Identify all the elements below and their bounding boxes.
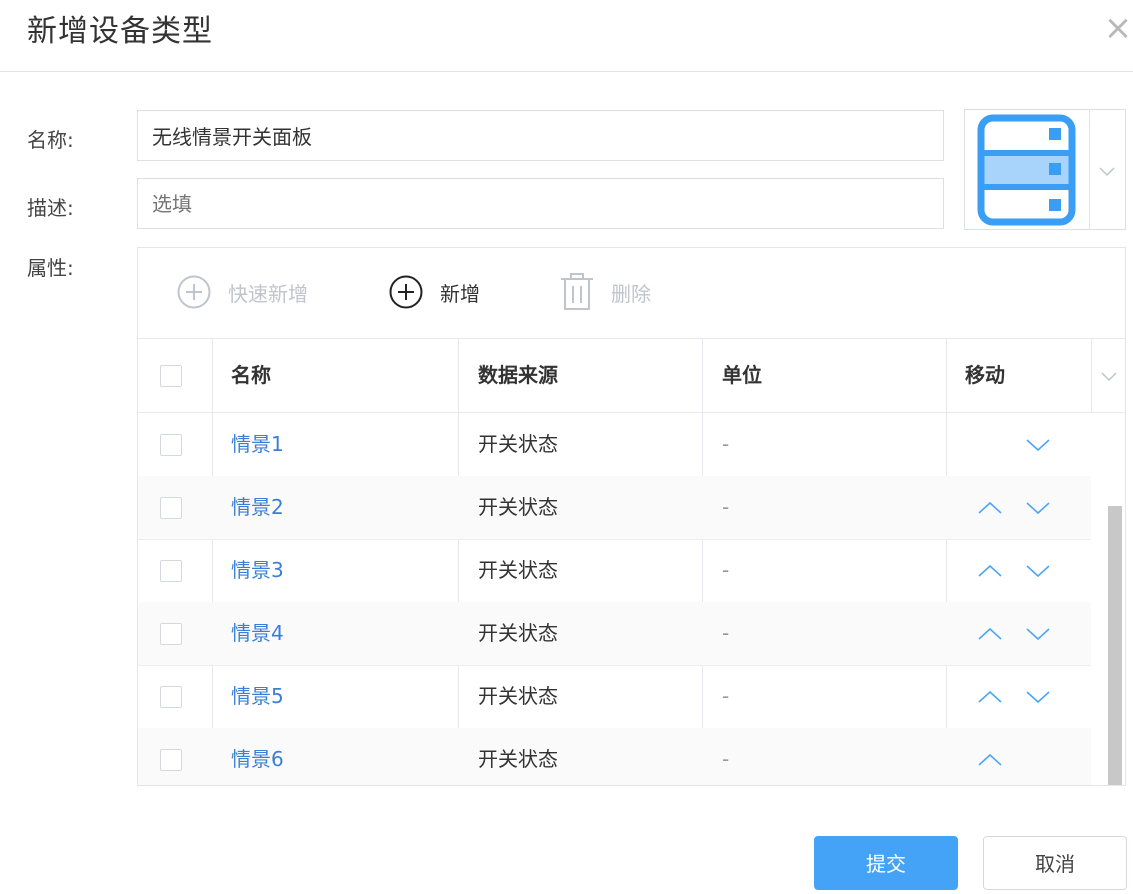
cancel-button[interactable]: 取消 <box>983 836 1127 890</box>
row-unit: - <box>722 432 730 456</box>
column-source: 数据来源 <box>478 363 558 387</box>
row-source: 开关状态 <box>478 747 558 771</box>
row-source: 开关状态 <box>478 558 558 582</box>
quick-add-label: 快速新增 <box>228 281 308 306</box>
close-icon[interactable]: × <box>1103 8 1133 48</box>
row-checkbox[interactable] <box>160 560 182 582</box>
name-label: 名称: <box>27 128 74 152</box>
add-button[interactable]: 新增 <box>388 272 480 312</box>
move-down-icon[interactable] <box>1024 685 1052 709</box>
table-row: 情景3 开关状态 - <box>138 539 1091 603</box>
submit-button[interactable]: 提交 <box>814 836 958 890</box>
move-up-icon[interactable] <box>976 685 1004 709</box>
row-source: 开关状态 <box>478 621 558 645</box>
row-unit: - <box>722 621 730 645</box>
row-source: 开关状态 <box>478 684 558 708</box>
dialog-title: 新增设备类型 <box>27 14 213 49</box>
chevron-down-icon[interactable] <box>1091 339 1125 412</box>
table-row: 情景5 开关状态 - <box>138 665 1091 729</box>
table-row: 情景6 开关状态 - <box>138 728 1091 785</box>
plus-circle-icon <box>177 275 211 309</box>
move-down-icon[interactable] <box>1024 559 1052 583</box>
table-row: 情景2 开关状态 - <box>138 476 1091 540</box>
row-checkbox[interactable] <box>160 623 182 645</box>
plus-circle-icon <box>389 275 423 309</box>
move-up-icon[interactable] <box>976 559 1004 583</box>
delete-button[interactable]: 删除 <box>559 272 651 312</box>
row-unit: - <box>722 747 730 771</box>
table-row: 情景1 开关状态 - <box>138 413 1091 477</box>
row-checkbox[interactable] <box>160 434 182 456</box>
row-source: 开关状态 <box>478 432 558 456</box>
name-input[interactable] <box>137 110 944 161</box>
move-down-icon[interactable] <box>1024 622 1052 646</box>
add-label: 新增 <box>440 281 480 306</box>
attribute-panel: 快速新增 新增 删除 名称 数据来源 单位 移动 情景1 开关状态 - 情景2 … <box>137 247 1126 786</box>
table-row: 情景4 开关状态 - <box>138 602 1091 666</box>
move-up-icon[interactable] <box>976 496 1004 520</box>
select-all-checkbox[interactable] <box>160 365 182 387</box>
trash-icon <box>561 273 593 310</box>
attr-label: 属性: <box>27 256 74 280</box>
move-down-icon[interactable] <box>1024 496 1052 520</box>
column-move: 移动 <box>965 363 1005 387</box>
quick-add-button[interactable]: 快速新增 <box>176 272 308 312</box>
column-unit: 单位 <box>722 363 762 387</box>
desc-input[interactable] <box>137 178 944 229</box>
move-down-icon[interactable] <box>1024 433 1052 457</box>
move-up-icon[interactable] <box>976 622 1004 646</box>
server-rack-icon <box>965 110 1089 229</box>
row-name-link[interactable]: 情景1 <box>231 413 284 476</box>
row-name-link[interactable]: 情景6 <box>231 728 284 785</box>
column-name: 名称 <box>231 363 271 387</box>
attribute-toolbar: 快速新增 新增 删除 <box>138 248 1125 339</box>
row-name-link[interactable]: 情景3 <box>231 539 284 602</box>
delete-label: 删除 <box>611 281 651 306</box>
row-checkbox[interactable] <box>160 686 182 708</box>
row-unit: - <box>722 558 730 582</box>
table-scrollbar[interactable] <box>1108 506 1122 785</box>
move-up-icon[interactable] <box>976 748 1004 772</box>
row-unit: - <box>722 495 730 519</box>
header-divider <box>0 71 1133 72</box>
table-header: 名称 数据来源 单位 移动 <box>138 339 1125 413</box>
row-checkbox[interactable] <box>160 497 182 519</box>
row-name-link[interactable]: 情景5 <box>231 665 284 728</box>
desc-label: 描述: <box>27 196 74 220</box>
row-name-link[interactable]: 情景2 <box>231 476 284 539</box>
dialog: 新增设备类型 × 名称: 描述: 属性: <box>0 0 1133 894</box>
row-name-link[interactable]: 情景4 <box>231 602 284 665</box>
row-source: 开关状态 <box>478 495 558 519</box>
row-unit: - <box>722 684 730 708</box>
row-checkbox[interactable] <box>160 749 182 771</box>
chevron-down-icon[interactable] <box>1090 110 1125 229</box>
icon-picker[interactable] <box>964 109 1126 230</box>
